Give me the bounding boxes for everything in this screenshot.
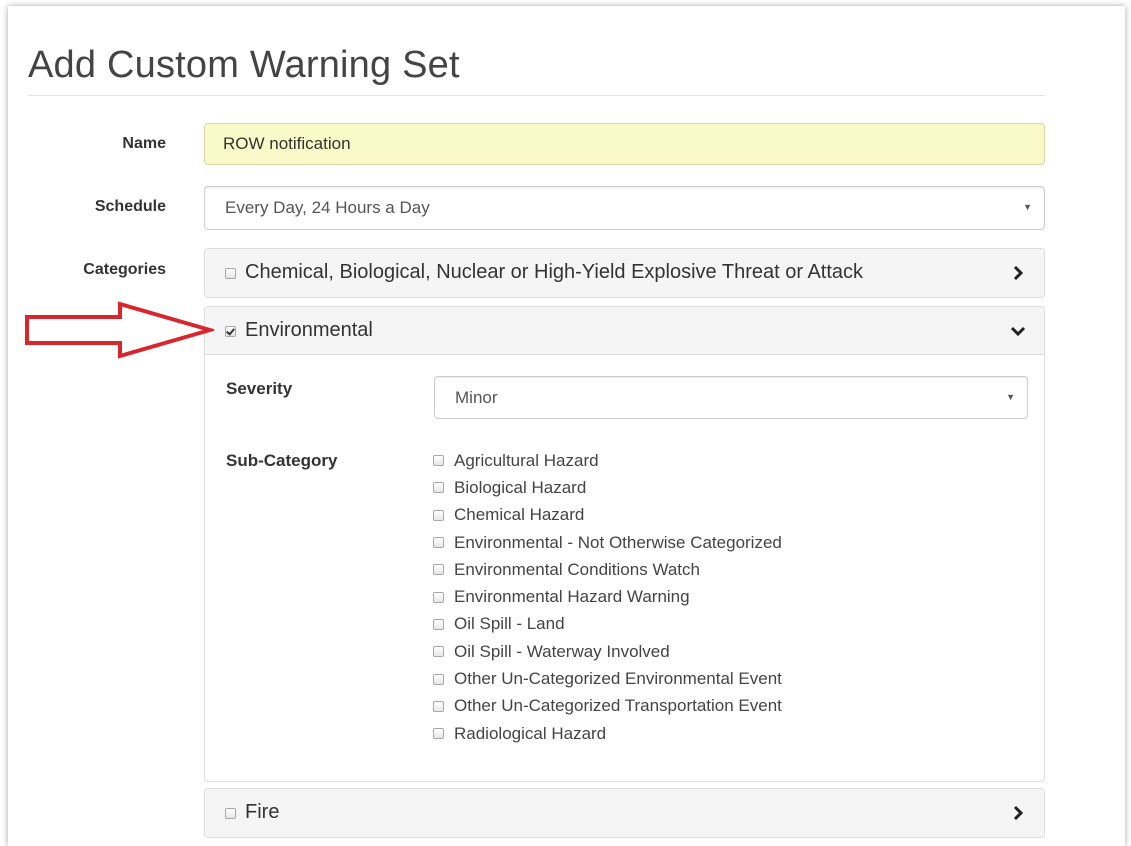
category-heading-fire[interactable]: Fire xyxy=(205,789,1044,837)
chevron-right-icon[interactable] xyxy=(1010,805,1026,821)
chevron-down-icon[interactable] xyxy=(1010,323,1026,339)
page-title: Add Custom Warning Set xyxy=(28,44,460,86)
subcategory-checkbox[interactable] xyxy=(433,482,444,494)
category-label-cbrne: Chemical, Biological, Nuclear or High-Yi… xyxy=(245,261,864,283)
severity-select-value: Minor xyxy=(455,388,498,407)
list-item[interactable]: Other Un-Categorized Environmental Event xyxy=(433,665,782,692)
category-panel-fire: Fire xyxy=(204,788,1045,838)
list-item[interactable]: Other Un-Categorized Transportation Even… xyxy=(433,693,782,720)
category-checkbox-cbrne[interactable] xyxy=(225,268,236,279)
subcategory-checkbox[interactable] xyxy=(433,455,444,467)
subcategory-label: Environmental - Not Otherwise Categorize… xyxy=(454,532,782,552)
subcategory-label: Radiological Hazard xyxy=(454,723,607,743)
chevron-right-icon[interactable] xyxy=(1010,265,1026,281)
list-item[interactable]: Environmental Conditions Watch xyxy=(433,556,782,583)
subcategory-label: Sub-Category xyxy=(226,451,338,470)
subcategory-checkbox[interactable] xyxy=(433,509,444,521)
subcategory-label: Other Un-Categorized Transportation Even… xyxy=(454,696,782,716)
schedule-select[interactable]: Every Day, 24 Hours a Day ▼ xyxy=(204,186,1045,230)
subcategory-checkbox[interactable] xyxy=(433,646,444,658)
categories-label: Categories xyxy=(83,261,166,278)
subcategory-label: Other Un-Categorized Environmental Event xyxy=(454,669,782,689)
category-label-fire: Fire xyxy=(245,801,280,823)
category-heading-cbrne[interactable]: Chemical, Biological, Nuclear or High-Yi… xyxy=(205,249,1044,297)
subcategory-list: Agricultural Hazard Biological Hazard Ch… xyxy=(433,447,782,747)
subcategory-label: Biological Hazard xyxy=(454,477,587,497)
subcategory-checkbox[interactable] xyxy=(433,591,444,603)
subcategory-label: Agricultural Hazard xyxy=(454,450,599,470)
category-heading-environmental[interactable]: Environmental xyxy=(205,307,1044,355)
name-label: Name xyxy=(122,135,166,152)
list-item[interactable]: Environmental Hazard Warning xyxy=(433,583,782,610)
select-caret-icon: ▼ xyxy=(1006,392,1015,402)
subcategory-label: Oil Spill - Land xyxy=(454,614,565,634)
category-label-environmental: Environmental xyxy=(245,319,373,341)
subcategory-label: Chemical Hazard xyxy=(454,505,585,525)
list-item[interactable]: Oil Spill - Waterway Involved xyxy=(433,638,782,665)
category-panel-environmental: Environmental Severity Minor ▼ Sub-Categ… xyxy=(204,306,1045,782)
red-outline-arrow-icon xyxy=(25,301,214,359)
list-item[interactable]: Agricultural Hazard xyxy=(433,447,782,474)
subcategory-checkbox[interactable] xyxy=(433,673,444,685)
subcategory-checkbox[interactable] xyxy=(433,564,444,576)
subcategory-label: Oil Spill - Waterway Involved xyxy=(454,641,670,661)
title-divider xyxy=(28,95,1046,96)
severity-select[interactable]: Minor ▼ xyxy=(434,376,1028,419)
list-item[interactable]: Environmental - Not Otherwise Categorize… xyxy=(433,529,782,556)
name-input[interactable] xyxy=(204,123,1045,165)
category-checkbox-environmental[interactable] xyxy=(225,326,236,337)
subcategory-checkbox[interactable] xyxy=(433,537,444,549)
subcategory-label: Environmental Conditions Watch xyxy=(454,559,700,579)
subcategory-checkbox[interactable] xyxy=(433,700,444,712)
subcategory-checkbox[interactable] xyxy=(433,618,444,630)
select-caret-icon: ▼ xyxy=(1023,202,1032,212)
list-item[interactable]: Oil Spill - Land xyxy=(433,611,782,638)
category-checkbox-fire[interactable] xyxy=(225,808,236,819)
list-item[interactable]: Biological Hazard xyxy=(433,474,782,501)
schedule-select-value: Every Day, 24 Hours a Day xyxy=(225,198,430,217)
list-item[interactable]: Radiological Hazard xyxy=(433,720,782,747)
severity-label: Severity xyxy=(226,379,293,398)
category-panel-cbrne: Chemical, Biological, Nuclear or High-Yi… xyxy=(204,248,1045,298)
subcategory-label: Environmental Hazard Warning xyxy=(454,587,690,607)
subcategory-checkbox[interactable] xyxy=(433,728,444,740)
list-item[interactable]: Chemical Hazard xyxy=(433,502,782,529)
schedule-label: Schedule xyxy=(94,198,166,215)
